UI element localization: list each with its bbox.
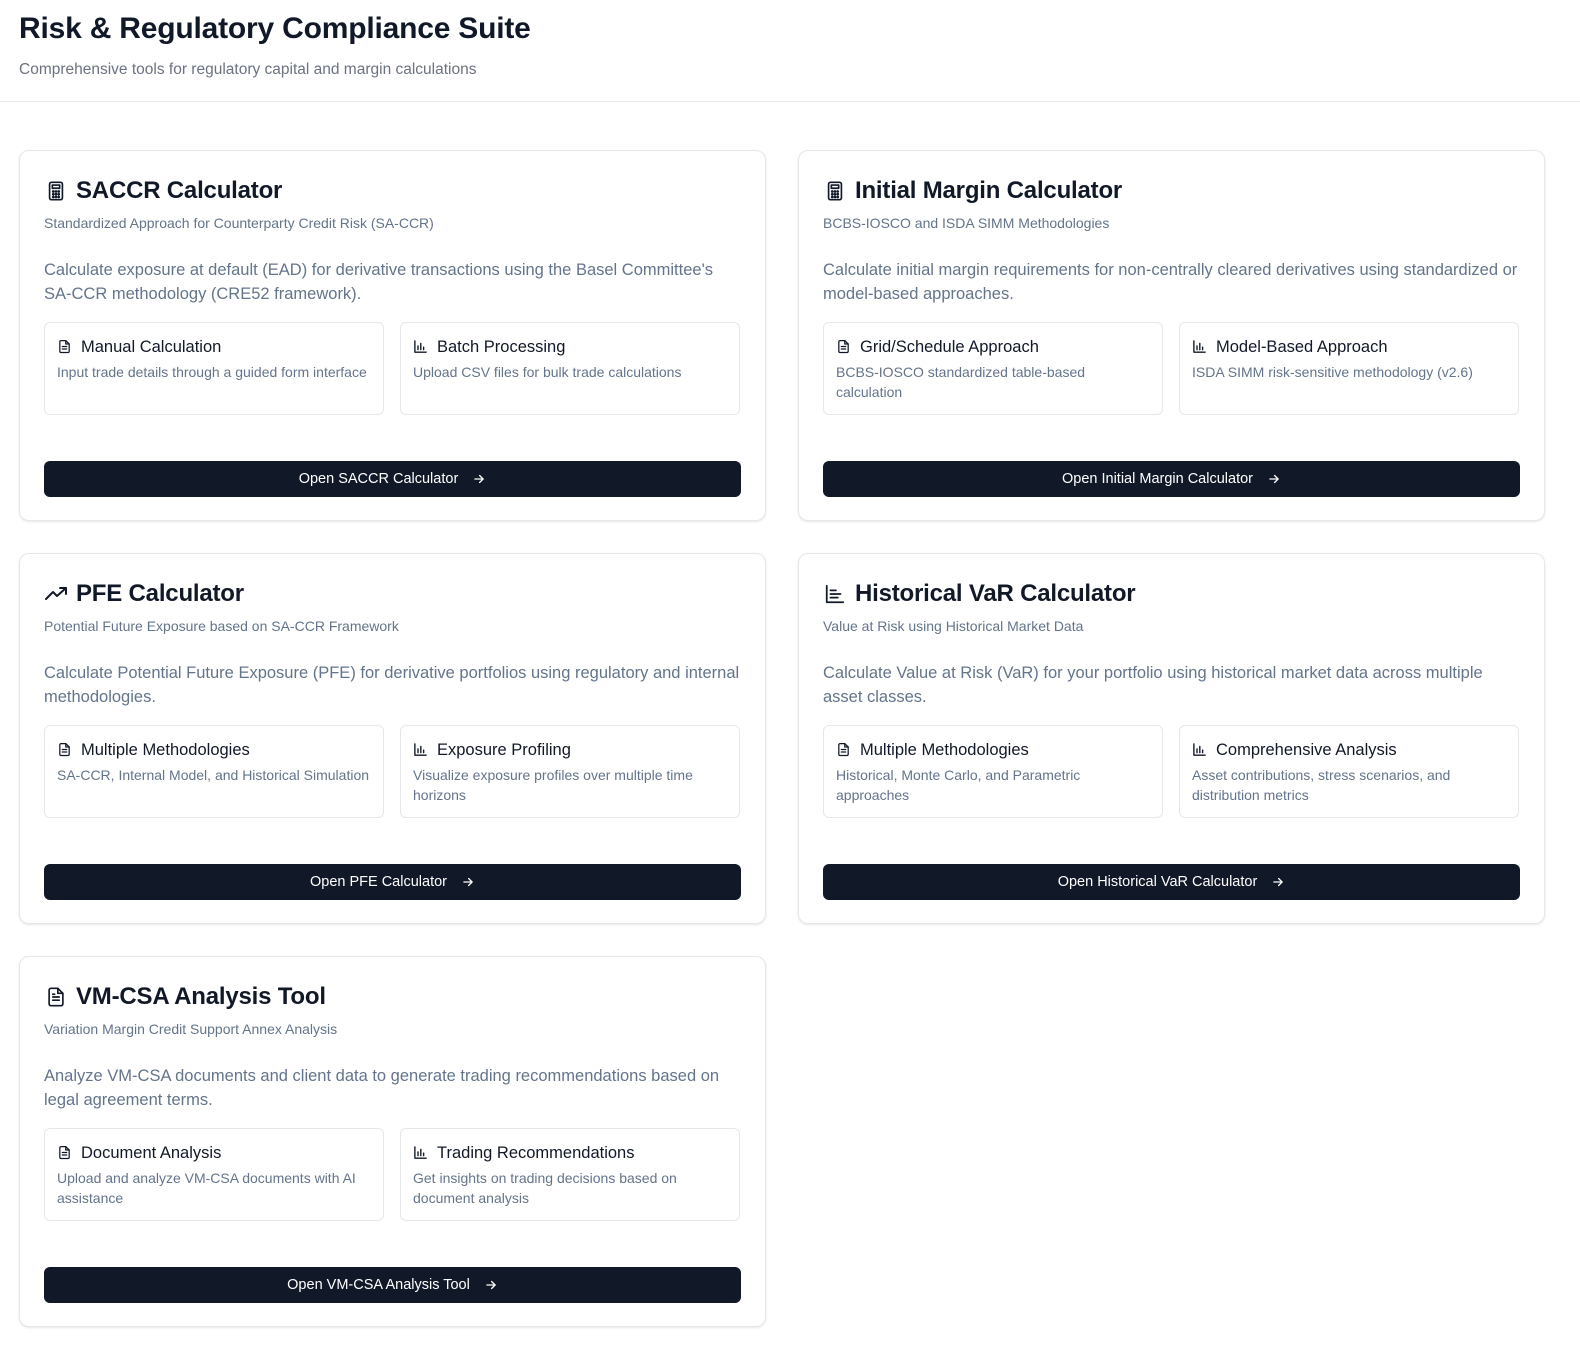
- feature-title: Document Analysis: [81, 1144, 222, 1162]
- card-header: Historical VaR Calculator: [823, 578, 1520, 610]
- feature-title: Multiple Methodologies: [81, 741, 250, 759]
- feature-multiple-methodologies: Multiple Methodologies Historical, Monte…: [823, 725, 1163, 818]
- feature-list: Multiple Methodologies SA-CCR, Internal …: [44, 725, 741, 818]
- card-description: Calculate exposure at default (EAD) for …: [44, 261, 713, 303]
- button-label: Open VM-CSA Analysis Tool: [287, 1277, 470, 1293]
- card-title: Historical VaR Calculator: [855, 580, 1136, 607]
- button-label: Open Initial Margin Calculator: [1061, 471, 1253, 487]
- card-description: Calculate Value at Risk (VaR) for your p…: [823, 664, 1483, 706]
- document-icon: [836, 339, 852, 355]
- card-description: Analyze VM-CSA documents and client data…: [44, 1067, 720, 1109]
- feature-title: Multiple Methodologies: [860, 741, 1029, 759]
- open-saccr-calculator-button[interactable]: Open SACCR Calculator: [44, 461, 741, 497]
- tool-card-pfe-calculator: PFE Calculator Potential Future Exposure…: [19, 553, 766, 924]
- open-initial-margin-calculator-button[interactable]: Open Initial Margin Calculator: [823, 461, 1520, 497]
- bar-chart-icon: [413, 1145, 429, 1161]
- feature-title: Grid/Schedule Approach: [860, 338, 1039, 356]
- button-label: Open PFE Calculator: [309, 874, 447, 890]
- button-label: Open Historical VaR Calculator: [1057, 874, 1258, 890]
- card-subtitle: Variation Margin Credit Support Annex An…: [44, 1021, 338, 1037]
- file-text-icon: [44, 985, 68, 1009]
- bar-chart-icon: [1192, 339, 1208, 355]
- open-vm-csa-analysis-tool-button[interactable]: Open VM-CSA Analysis Tool: [44, 1267, 741, 1303]
- card-title: VM-CSA Analysis Tool: [76, 983, 326, 1010]
- page-header: Risk & Regulatory Compliance Suite Compr…: [0, 0, 1580, 102]
- feature-description: Visualize exposure profiles over multipl…: [413, 767, 693, 803]
- feature-comprehensive-analysis: Comprehensive Analysis Asset contributio…: [1179, 725, 1519, 818]
- card-description: Calculate initial margin requirements fo…: [823, 261, 1518, 303]
- feature-description: Get insights on trading decisions based …: [413, 1170, 677, 1206]
- tool-card-initial-margin-calculator: Initial Margin Calculator BCBS-IOSCO and…: [798, 150, 1545, 521]
- card-description: Calculate Potential Future Exposure (PFE…: [44, 664, 740, 706]
- calculator-icon: [823, 179, 847, 203]
- open-historical-var-calculator-button[interactable]: Open Historical VaR Calculator: [823, 864, 1520, 900]
- trending-up-icon: [44, 582, 68, 606]
- card-header: VM-CSA Analysis Tool: [44, 981, 741, 1013]
- feature-title: Trading Recommendations: [437, 1144, 635, 1162]
- document-icon: [57, 1145, 73, 1161]
- feature-trading-recommendations: Trading Recommendations Get insights on …: [400, 1128, 740, 1221]
- page-subtitle: Comprehensive tools for regulatory capit…: [19, 61, 477, 78]
- feature-model-based-approach: Model-Based Approach ISDA SIMM risk-sens…: [1179, 322, 1519, 415]
- tool-card-vm-csa-analysis-tool: VM-CSA Analysis Tool Variation Margin Cr…: [19, 956, 766, 1327]
- feature-title: Exposure Profiling: [437, 741, 571, 759]
- feature-list: Multiple Methodologies Historical, Monte…: [823, 725, 1520, 818]
- chart-bars-horizontal-icon: [823, 582, 847, 606]
- feature-list: Document Analysis Upload and analyze VM-…: [44, 1128, 741, 1221]
- card-header: Initial Margin Calculator: [823, 175, 1520, 207]
- page-title: Risk & Regulatory Compliance Suite: [19, 12, 531, 45]
- feature-title: Manual Calculation: [81, 338, 222, 356]
- card-subtitle: BCBS-IOSCO and ISDA SIMM Methodologies: [823, 215, 1110, 231]
- feature-description: Input trade details through a guided for…: [57, 364, 367, 380]
- feature-description: Asset contributions, stress scenarios, a…: [1192, 767, 1451, 803]
- card-subtitle: Value at Risk using Historical Market Da…: [823, 618, 1084, 634]
- feature-title: Batch Processing: [437, 338, 566, 356]
- feature-list: Manual Calculation Input trade details t…: [44, 322, 741, 415]
- feature-description: ISDA SIMM risk-sensitive methodology (v2…: [1192, 364, 1473, 380]
- button-label: Open SACCR Calculator: [298, 471, 459, 487]
- document-icon: [836, 742, 852, 758]
- calculator-icon: [44, 179, 68, 203]
- arrow-right-icon: [1271, 875, 1285, 889]
- tool-card-grid: SACCR Calculator Standardized Approach f…: [19, 150, 1555, 1327]
- card-subtitle: Potential Future Exposure based on SA-CC…: [44, 618, 399, 634]
- tool-card-historical-var-calculator: Historical VaR Calculator Value at Risk …: [798, 553, 1545, 924]
- arrow-right-icon: [461, 875, 475, 889]
- feature-grid-schedule-approach: Grid/Schedule Approach BCBS-IOSCO standa…: [823, 322, 1163, 415]
- feature-description: Upload CSV files for bulk trade calculat…: [413, 364, 682, 380]
- feature-multiple-methodologies: Multiple Methodologies SA-CCR, Internal …: [44, 725, 384, 818]
- feature-list: Grid/Schedule Approach BCBS-IOSCO standa…: [823, 322, 1520, 415]
- card-title: Initial Margin Calculator: [855, 177, 1123, 204]
- tool-card-saccr-calculator: SACCR Calculator Standardized Approach f…: [19, 150, 766, 521]
- document-icon: [57, 339, 73, 355]
- bar-chart-icon: [413, 339, 429, 355]
- card-title: PFE Calculator: [76, 580, 244, 607]
- document-icon: [57, 742, 73, 758]
- bar-chart-icon: [1192, 742, 1208, 758]
- feature-description: Upload and analyze VM-CSA documents with…: [57, 1170, 356, 1206]
- feature-exposure-profiling: Exposure Profiling Visualize exposure pr…: [400, 725, 740, 818]
- open-pfe-calculator-button[interactable]: Open PFE Calculator: [44, 864, 741, 900]
- feature-batch-processing: Batch Processing Upload CSV files for bu…: [400, 322, 740, 415]
- card-header: SACCR Calculator: [44, 175, 741, 207]
- feature-document-analysis: Document Analysis Upload and analyze VM-…: [44, 1128, 384, 1221]
- feature-description: SA-CCR, Internal Model, and Historical S…: [57, 767, 370, 783]
- feature-title: Model-Based Approach: [1216, 338, 1388, 356]
- card-header: PFE Calculator: [44, 578, 741, 610]
- bar-chart-icon: [413, 742, 429, 758]
- arrow-right-icon: [472, 472, 486, 486]
- arrow-right-icon: [1267, 472, 1281, 486]
- card-title: SACCR Calculator: [76, 177, 283, 204]
- feature-manual-calculation: Manual Calculation Input trade details t…: [44, 322, 384, 415]
- card-subtitle: Standardized Approach for Counterparty C…: [44, 215, 434, 231]
- feature-title: Comprehensive Analysis: [1216, 741, 1397, 759]
- feature-description: BCBS-IOSCO standardized table-based calc…: [836, 364, 1086, 400]
- arrow-right-icon: [484, 1278, 498, 1292]
- feature-description: Historical, Monte Carlo, and Parametric …: [836, 767, 1081, 803]
